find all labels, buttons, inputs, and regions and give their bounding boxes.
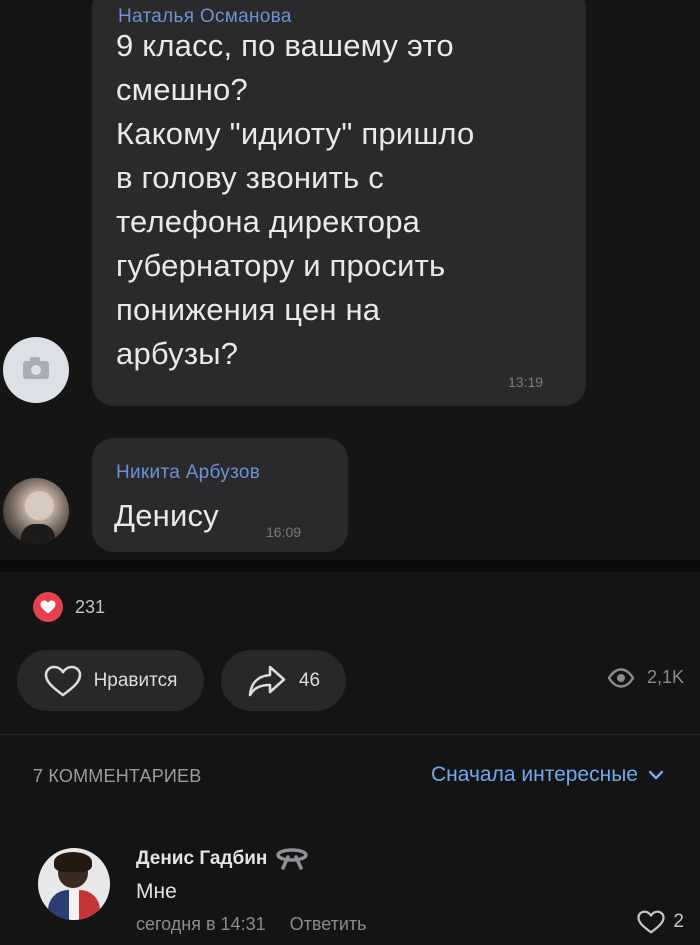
sort-label: Сначала интересные (431, 763, 638, 786)
avatar (3, 478, 69, 544)
comment-like-count: 2 (673, 911, 684, 932)
comment-like-button[interactable]: 2 (637, 910, 684, 934)
post-image[interactable]: Наталья Османова 9 класс, по вашему это … (0, 0, 700, 572)
comment-avatar[interactable] (38, 848, 110, 920)
comments-sort-select[interactable]: Сначала интересные (431, 763, 664, 787)
message-time: 13:19 (508, 374, 544, 390)
divider (0, 734, 700, 735)
message-bubble: Никита Арбузов Денису 16:09 (92, 438, 348, 552)
reply-button[interactable]: Ответить (290, 914, 367, 935)
heart-icon (33, 592, 63, 622)
comment-date: сегодня в 14:31 (136, 914, 266, 934)
heart-outline-icon (637, 910, 666, 934)
like-button[interactable]: Нравится (17, 650, 204, 711)
message-text: 9 класс, по вашему это смешно? Какому "и… (116, 28, 475, 371)
comment-meta: сегодня в 14:31 Ответить (136, 914, 367, 935)
reaction-count: 231 (75, 596, 106, 617)
message-sender: Никита Арбузов (116, 462, 261, 483)
views-counter: 2,1K (607, 667, 684, 688)
chevron-down-icon (648, 770, 664, 780)
heart-outline-icon (44, 665, 81, 696)
comment-text: Мне (136, 880, 177, 903)
share-count: 46 (298, 669, 321, 691)
comment-author-name: Денис Гадбин (136, 848, 268, 869)
message-text: Денису (114, 498, 219, 533)
share-button[interactable]: 46 (221, 650, 346, 711)
ribbon-icon (276, 848, 309, 870)
message-time: 16:09 (266, 524, 302, 540)
comments-count: 7 КОММЕНТАРИЕВ (33, 766, 202, 786)
views-count: 2,1K (646, 667, 684, 687)
reactions-summary[interactable]: 231 (33, 592, 105, 622)
share-icon (248, 665, 286, 696)
message-bubble: Наталья Османова 9 класс, по вашему это … (92, 0, 586, 406)
eye-icon (607, 667, 635, 688)
camera-avatar-icon (3, 337, 69, 403)
comment-author[interactable]: Денис Гадбин (136, 848, 309, 870)
like-label: Нравится (93, 669, 178, 691)
